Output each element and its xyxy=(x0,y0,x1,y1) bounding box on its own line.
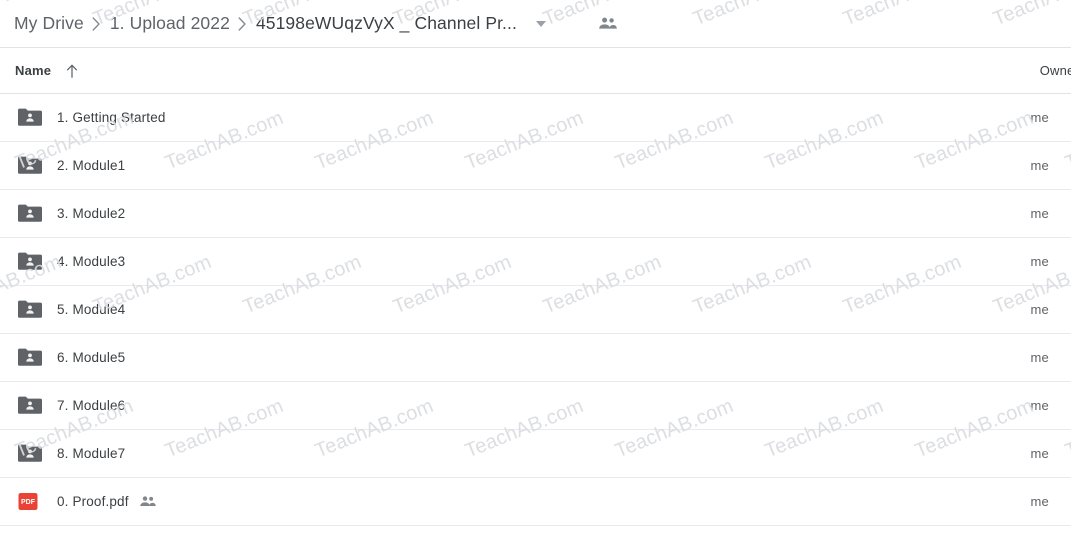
row-name-cell: 4. Module3 xyxy=(0,250,981,274)
watermark-text: TeachAB.com xyxy=(0,539,65,544)
file-list: 1. Getting Started me 2. Module1 me 3. M… xyxy=(0,94,1071,526)
owner-cell: me xyxy=(981,206,1071,221)
table-row[interactable]: 8. Module7 me xyxy=(0,430,1071,478)
file-name-label: 5. Module4 xyxy=(57,302,126,317)
people-shared-icon[interactable] xyxy=(593,9,623,39)
file-name-label: 3. Module2 xyxy=(57,206,126,221)
owner-cell: me xyxy=(981,302,1071,317)
file-name-label: 2. Module1 xyxy=(57,158,126,173)
owner-label: me xyxy=(1030,254,1049,269)
chevron-right-icon xyxy=(230,16,256,31)
table-row[interactable]: 3. Module2 me xyxy=(0,190,1071,238)
table-row[interactable]: PDF 0. Proof.pdf me xyxy=(0,478,1071,526)
table-row[interactable]: 2. Module1 me xyxy=(0,142,1071,190)
row-name-cell: 8. Module7 xyxy=(0,442,981,466)
table-row[interactable]: 6. Module5 me xyxy=(0,334,1071,382)
owner-label: me xyxy=(1030,446,1049,461)
owner-label: me xyxy=(1030,302,1049,317)
watermark-text: TeachAB.com xyxy=(390,539,515,544)
arrow-up-icon[interactable] xyxy=(65,63,79,79)
owner-label: me xyxy=(1030,350,1049,365)
row-name-cell: 2. Module1 xyxy=(0,154,981,178)
file-name-label: 4. Module3 xyxy=(57,254,126,269)
owner-cell: me xyxy=(981,446,1071,461)
column-header-owner-label: Owner xyxy=(1039,63,1071,78)
row-name-cell: 3. Module2 xyxy=(0,202,981,226)
row-name-cell: 7. Module6 xyxy=(0,394,981,418)
file-name-label: 6. Module5 xyxy=(57,350,126,365)
people-shared-icon xyxy=(139,495,157,509)
row-name-cell: 6. Module5 xyxy=(0,346,981,370)
owner-label: me xyxy=(1030,158,1049,173)
svg-text:PDF: PDF xyxy=(21,499,36,506)
row-name-cell: PDF 0. Proof.pdf xyxy=(0,490,981,514)
owner-cell: me xyxy=(981,494,1071,509)
breadcrumb-item-my-drive[interactable]: My Drive xyxy=(14,13,84,34)
chevron-down-icon[interactable] xyxy=(527,10,555,38)
file-name-label: 8. Module7 xyxy=(57,446,126,461)
owner-label: me xyxy=(1030,398,1049,413)
shared-folder-icon xyxy=(17,394,45,418)
owner-cell: me xyxy=(981,254,1071,269)
table-row[interactable]: 1. Getting Started me xyxy=(0,94,1071,142)
file-name-label: 1. Getting Started xyxy=(57,110,166,125)
column-header-row: Name Owner xyxy=(0,48,1071,94)
column-header-owner[interactable]: Owner xyxy=(981,63,1071,78)
watermark-text: TeachAB.com xyxy=(240,539,365,544)
file-name-label: 7. Module6 xyxy=(57,398,126,413)
watermark-text: TeachAB.com xyxy=(840,539,965,544)
drive-file-browser: My Drive 1. Upload 2022 45198eWUqzVyX _ … xyxy=(0,0,1071,544)
shared-folder-icon xyxy=(17,298,45,322)
watermark-text: TeachAB.com xyxy=(90,539,215,544)
shared-folder-icon xyxy=(17,442,45,466)
owner-label: me xyxy=(1030,206,1049,221)
owner-cell: me xyxy=(981,110,1071,125)
row-name-cell: 5. Module4 xyxy=(0,298,981,322)
watermark-text: TeachAB.com xyxy=(990,539,1071,544)
shared-folder-icon xyxy=(17,202,45,226)
shared-folder-icon xyxy=(17,346,45,370)
table-row[interactable]: 5. Module4 me xyxy=(0,286,1071,334)
file-name-label: 0. Proof.pdf xyxy=(57,494,129,509)
column-header-name-label: Name xyxy=(15,63,52,78)
owner-cell: me xyxy=(981,350,1071,365)
owner-cell: me xyxy=(981,158,1071,173)
owner-label: me xyxy=(1030,110,1049,125)
breadcrumb-item-upload-2022[interactable]: 1. Upload 2022 xyxy=(110,13,230,34)
owner-cell: me xyxy=(981,398,1071,413)
breadcrumb: My Drive 1. Upload 2022 45198eWUqzVyX _ … xyxy=(0,0,1071,48)
shared-folder-icon xyxy=(17,154,45,178)
shared-folder-icon xyxy=(17,250,45,274)
watermark-text: TeachAB.com xyxy=(690,539,815,544)
table-row[interactable]: 4. Module3 me xyxy=(0,238,1071,286)
shared-folder-icon xyxy=(17,106,45,130)
breadcrumb-item-current-folder[interactable]: 45198eWUqzVyX _ Channel Pr... xyxy=(256,13,517,34)
pdf-file-icon: PDF xyxy=(17,490,45,514)
owner-label: me xyxy=(1030,494,1049,509)
table-row[interactable]: 7. Module6 me xyxy=(0,382,1071,430)
row-name-cell: 1. Getting Started xyxy=(0,106,981,130)
chevron-right-icon xyxy=(84,16,110,31)
column-header-name[interactable]: Name xyxy=(0,63,981,79)
watermark-text: TeachAB.com xyxy=(540,539,665,544)
